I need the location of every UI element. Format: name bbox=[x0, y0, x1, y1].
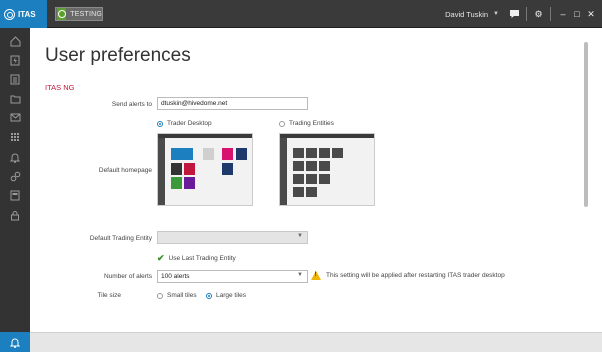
preview-tile bbox=[293, 161, 304, 171]
use-last-trading-entity-checkbox[interactable]: ✔ Use Last Trading Entity bbox=[157, 253, 236, 264]
minimize-button[interactable]: – bbox=[556, 9, 570, 19]
preview-tile bbox=[222, 163, 233, 175]
mail-icon[interactable] bbox=[9, 113, 21, 125]
notification-bell-icon[interactable] bbox=[0, 332, 30, 352]
chevron-down-icon: ▼ bbox=[297, 233, 303, 239]
default-trading-entity-select[interactable]: ▼ bbox=[157, 231, 308, 244]
preview-tile bbox=[306, 148, 317, 158]
homepage-option-trader-desktop[interactable]: Trader Desktop bbox=[157, 120, 212, 127]
radio-unselected[interactable] bbox=[279, 120, 285, 127]
card-icon[interactable] bbox=[9, 190, 21, 202]
default-trading-entity-label: Default Trading Entity bbox=[89, 235, 152, 242]
preview-tile bbox=[171, 163, 182, 175]
preview-topbar bbox=[158, 134, 252, 138]
lightning-icon[interactable] bbox=[9, 55, 21, 67]
preview-tile bbox=[203, 148, 214, 160]
bell-icon[interactable] bbox=[9, 152, 21, 164]
itas-logo-icon bbox=[4, 8, 15, 20]
settings-gear-icon[interactable]: ⚙ bbox=[532, 8, 545, 21]
preview-tile bbox=[184, 177, 195, 189]
status-bar bbox=[30, 332, 602, 352]
lock-icon[interactable] bbox=[9, 210, 21, 222]
sidebar bbox=[0, 28, 30, 352]
documents-icon[interactable] bbox=[9, 74, 21, 86]
preview-tile bbox=[184, 163, 195, 175]
send-alerts-label: Send alerts to bbox=[111, 101, 152, 108]
user-name[interactable]: David Tuskin bbox=[445, 10, 488, 19]
user-menu-chevron-icon[interactable]: ▼ bbox=[493, 11, 499, 17]
preview-tile bbox=[222, 148, 233, 160]
warning-icon bbox=[311, 271, 321, 280]
tile-size-label: Tile size bbox=[97, 292, 121, 299]
link-icon[interactable] bbox=[9, 171, 21, 183]
preview-topbar bbox=[280, 134, 374, 138]
trading-entities-preview[interactable] bbox=[279, 133, 375, 206]
tile-option-large[interactable]: Large tiles bbox=[206, 292, 246, 299]
chat-icon[interactable] bbox=[508, 8, 521, 21]
preview-tile bbox=[306, 174, 317, 184]
title-bar: ITAS TESTING David Tuskin ▼ ⚙ – □ ✕ bbox=[0, 0, 602, 28]
preferences-panel: User preferences ITAS NG Send alerts to … bbox=[30, 28, 602, 332]
checkmark-icon: ✔ bbox=[157, 253, 165, 263]
preview-tile bbox=[171, 148, 193, 160]
number-of-alerts-select[interactable]: 100 alerts ▼ bbox=[157, 270, 308, 283]
preview-tile bbox=[171, 177, 182, 189]
homepage-option-label: Trader Desktop bbox=[167, 120, 212, 127]
grid-icon[interactable] bbox=[9, 132, 21, 144]
use-last-trading-entity-label: Use Last Trading Entity bbox=[168, 255, 236, 262]
section-title: ITAS NG bbox=[45, 83, 75, 92]
restart-warning-text: This setting will be applied after resta… bbox=[326, 272, 505, 279]
homepage-option-label: Trading Entities bbox=[289, 120, 334, 127]
environment-icon bbox=[57, 8, 67, 20]
user-controls: David Tuskin ▼ ⚙ – □ ✕ bbox=[445, 0, 602, 28]
page-title: User preferences bbox=[45, 45, 191, 66]
folder-icon[interactable] bbox=[9, 94, 21, 106]
trader-desktop-preview[interactable] bbox=[157, 133, 253, 206]
preview-tile bbox=[293, 148, 304, 158]
preview-tile bbox=[236, 148, 247, 160]
radio-selected[interactable] bbox=[206, 292, 212, 299]
preview-tile bbox=[293, 187, 304, 197]
chevron-down-icon: ▼ bbox=[297, 272, 303, 278]
number-of-alerts-label: Number of alerts bbox=[103, 273, 152, 280]
radio-unselected[interactable] bbox=[157, 292, 163, 299]
tile-option-small[interactable]: Small tiles bbox=[157, 292, 197, 299]
preview-tile bbox=[319, 174, 330, 184]
number-of-alerts-value: 100 alerts bbox=[161, 273, 190, 280]
restart-warning: This setting will be applied after resta… bbox=[311, 271, 505, 280]
vertical-scrollbar[interactable] bbox=[584, 42, 588, 207]
environment-label: TESTING bbox=[70, 10, 102, 18]
preview-tile bbox=[319, 161, 330, 171]
preview-tile bbox=[306, 161, 317, 171]
tile-option-label: Small tiles bbox=[167, 292, 197, 299]
preview-tile bbox=[306, 187, 317, 197]
preview-tile bbox=[332, 148, 343, 158]
home-icon[interactable] bbox=[9, 36, 21, 48]
preview-sidebar bbox=[280, 138, 287, 205]
homepage-option-trading-entities[interactable]: Trading Entities bbox=[279, 120, 334, 127]
send-alerts-input[interactable]: dtuskin@hivedome.net bbox=[157, 97, 308, 110]
tile-option-label: Large tiles bbox=[216, 292, 246, 299]
app-name: ITAS bbox=[18, 9, 36, 19]
preview-sidebar bbox=[158, 138, 165, 205]
toolbar-divider bbox=[526, 7, 527, 21]
preview-tile bbox=[319, 148, 330, 158]
toolbar-divider bbox=[550, 7, 551, 21]
radio-selected[interactable] bbox=[157, 120, 163, 127]
default-homepage-label: Default homepage bbox=[98, 167, 152, 174]
environment-badge: TESTING bbox=[55, 7, 103, 21]
app-logo[interactable]: ITAS bbox=[0, 0, 47, 28]
preview-tile bbox=[293, 174, 304, 184]
close-button[interactable]: ✕ bbox=[584, 9, 598, 20]
maximize-button[interactable]: □ bbox=[570, 9, 584, 19]
